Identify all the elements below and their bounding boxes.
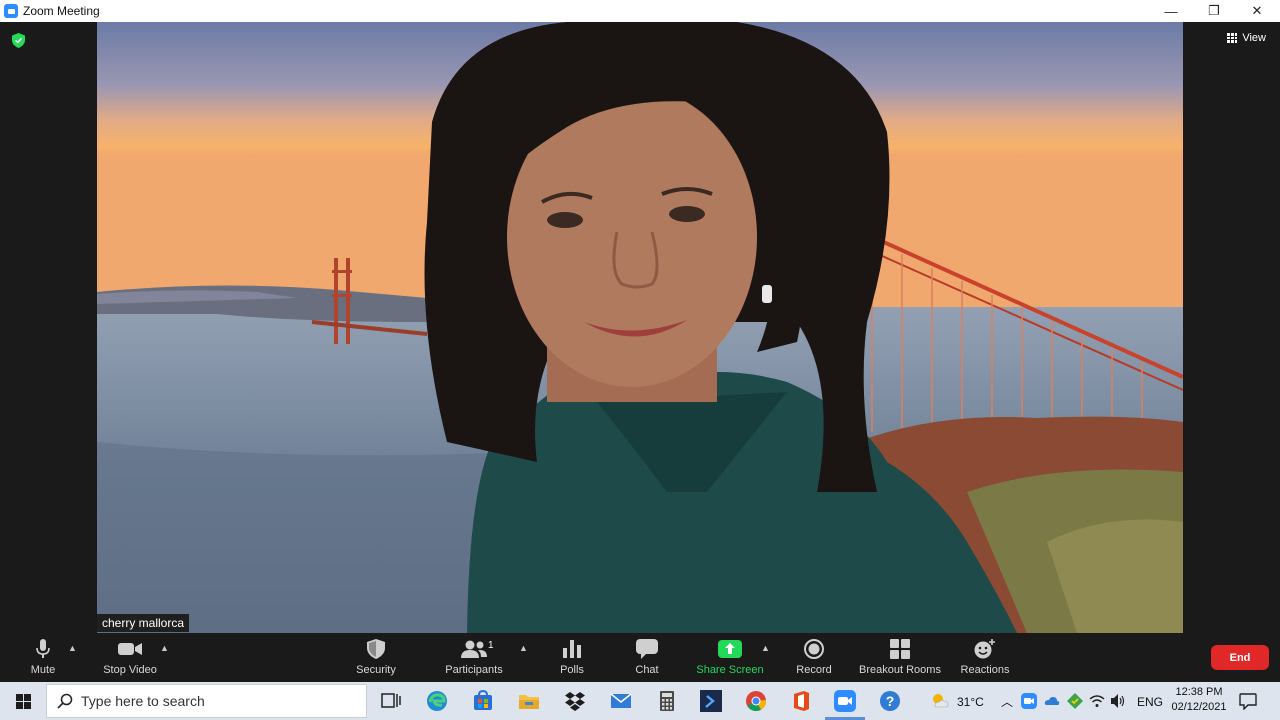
view-label: View	[1242, 32, 1266, 44]
reactions-label: Reactions	[960, 664, 1010, 676]
grid-view-icon	[1227, 33, 1238, 43]
participants-label: Participants	[445, 664, 503, 676]
view-button[interactable]: View	[1227, 32, 1266, 44]
breakout-rooms-label: Breakout Rooms	[859, 664, 941, 676]
close-button[interactable]: ✕	[1234, 0, 1280, 22]
share-screen-arrow-icon	[718, 639, 742, 659]
chat-label: Chat	[635, 664, 659, 676]
minimize-button[interactable]: —	[1148, 0, 1194, 22]
virtual-background-image	[97, 22, 1183, 633]
file-explorer-icon[interactable]	[517, 689, 541, 713]
participants-count: 1	[488, 640, 494, 651]
meeting-toolbar: Mute ▲ Stop Video ▲ Security Participant…	[0, 633, 1280, 682]
encryption-shield-icon[interactable]	[12, 33, 25, 48]
security-shield-icon	[367, 639, 385, 659]
dropbox-icon[interactable]	[563, 689, 587, 713]
onedrive-icon[interactable]	[1044, 693, 1060, 709]
weather-temperature[interactable]: 31°C	[957, 695, 984, 709]
share-options-chevron-icon[interactable]: ▲	[761, 643, 770, 653]
security-button[interactable]: Security	[350, 633, 402, 682]
search-placeholder: Type here to search	[81, 693, 205, 709]
taskbar-search-box[interactable]: Type here to search	[46, 684, 367, 718]
restore-button[interactable]: ❐	[1191, 0, 1237, 22]
volume-icon[interactable]	[1110, 693, 1126, 709]
chat-button[interactable]: Chat	[627, 633, 667, 682]
notifications-icon[interactable]	[1239, 692, 1257, 710]
security-label: Security	[356, 664, 396, 676]
show-hidden-icons-chevron-icon[interactable]: ︿	[1001, 693, 1013, 710]
microsoft-store-icon[interactable]	[471, 689, 495, 713]
video-options-chevron-icon[interactable]: ▲	[160, 643, 169, 653]
end-meeting-button[interactable]: End	[1211, 645, 1269, 670]
zoom-tray-icon[interactable]	[1021, 693, 1037, 709]
polls-label: Polls	[560, 664, 584, 676]
record-icon	[804, 639, 824, 659]
clock-date: 02/12/2021	[1171, 701, 1227, 713]
zoom-app-icon	[4, 4, 18, 18]
wifi-icon[interactable]	[1089, 693, 1105, 709]
help-icon[interactable]: ?	[878, 689, 902, 713]
mail-icon[interactable]	[609, 689, 633, 713]
audio-options-chevron-icon[interactable]: ▲	[68, 643, 77, 653]
start-button[interactable]	[0, 682, 46, 720]
mute-button[interactable]: Mute	[22, 633, 64, 682]
weather-sun-icon[interactable]	[929, 690, 949, 710]
camera-icon	[118, 639, 142, 659]
edge-browser-icon[interactable]	[425, 689, 449, 713]
participants-icon	[461, 639, 487, 659]
search-icon	[57, 693, 73, 709]
microphone-icon	[36, 639, 50, 659]
windows-logo-icon	[15, 693, 31, 709]
breakout-rooms-button[interactable]: Breakout Rooms	[858, 633, 942, 682]
stop-video-button[interactable]: Stop Video	[98, 633, 162, 682]
zoom-taskbar-icon[interactable]	[833, 689, 857, 713]
record-button[interactable]: Record	[793, 633, 835, 682]
record-label: Record	[796, 664, 832, 676]
title-bar: Zoom Meeting — ❐ ✕	[0, 0, 1280, 22]
powershell-icon[interactable]	[699, 689, 723, 713]
polls-button[interactable]: Polls	[552, 633, 592, 682]
participant-video[interactable]: cherry mallorca	[97, 22, 1183, 633]
office-icon[interactable]	[789, 689, 813, 713]
stop-video-label: Stop Video	[103, 664, 157, 676]
input-language[interactable]: ENG	[1137, 695, 1163, 709]
window-title: Zoom Meeting	[23, 4, 100, 18]
calculator-icon[interactable]	[655, 689, 679, 713]
clock-time: 12:38 PM	[1175, 686, 1223, 698]
task-view-icon[interactable]	[379, 689, 403, 713]
svg-text:?: ?	[886, 693, 895, 709]
share-screen-label: Share Screen	[696, 664, 764, 676]
share-screen-button[interactable]: Share Screen	[694, 633, 766, 682]
chat-bubble-icon	[636, 639, 658, 659]
taskbar-clock[interactable]: 12:38 PM 02/12/2021	[1166, 685, 1232, 715]
reactions-button[interactable]: Reactions	[958, 633, 1012, 682]
participants-options-chevron-icon[interactable]: ▲	[519, 643, 528, 653]
chrome-icon[interactable]	[744, 689, 768, 713]
smiley-plus-icon	[974, 639, 996, 659]
windows-taskbar: Type here to search ? 31°C ︿ ENG 12:38 P…	[0, 682, 1280, 720]
mute-label: Mute	[30, 664, 56, 676]
participant-name-label: cherry mallorca	[97, 614, 190, 632]
polls-bar-chart-icon	[563, 639, 581, 659]
participants-button[interactable]: Participants	[443, 633, 505, 682]
security-tray-icon[interactable]	[1067, 693, 1083, 709]
meeting-area: cherry mallorca View	[0, 22, 1280, 633]
breakout-rooms-grid-icon	[890, 639, 910, 659]
